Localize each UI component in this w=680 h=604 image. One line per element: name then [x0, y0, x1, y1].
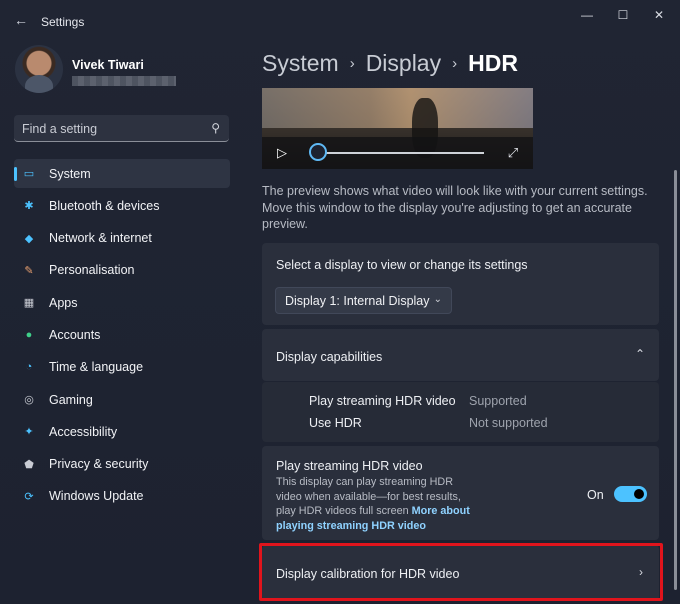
system-icon: ▭ [23, 168, 35, 180]
streaming-hdr-toggle[interactable] [614, 486, 647, 502]
user-name: Vivek Tiwari [72, 58, 144, 72]
preview-description: The preview shows what video will look l… [262, 184, 648, 231]
sidebar-item-accessibility[interactable]: ✦ Accessibility [14, 417, 230, 446]
sidebar-item-system[interactable]: ▭ System [14, 159, 230, 188]
breadcrumb-chevron-icon: › [349, 54, 355, 72]
seek-thumb[interactable] [309, 143, 327, 161]
sidebar-item-label: Privacy & security [49, 457, 149, 472]
capability-value: Not supported [469, 416, 548, 430]
settings-window: ← Settings — ☐ ✕ Vivek Tiwari Find a set… [0, 0, 680, 604]
play-icon[interactable]: ▷ [274, 145, 290, 161]
apps-icon: ▦ [23, 297, 35, 310]
sidebar-item-label: Gaming [49, 392, 93, 407]
sidebar-item-label: Network & internet [49, 231, 152, 246]
breadcrumb: System › Display › HDR [262, 48, 518, 78]
title-bar: ← Settings — ☐ ✕ [0, 0, 680, 40]
sidebar-item-apps[interactable]: ▦ Apps [14, 288, 230, 317]
back-arrow-icon[interactable]: ← [10, 9, 32, 31]
sidebar-item-time-language[interactable]: ◔ Time & language [14, 353, 230, 382]
sidebar-item-label: Time & language [49, 360, 144, 375]
privacy-security-icon: ⬟ [24, 458, 34, 471]
sidebar-item-label: Accessibility [49, 424, 118, 439]
sidebar-item-windows-update[interactable]: ⟳ Windows Update [14, 482, 230, 511]
capability-value: Supported [469, 394, 527, 408]
sidebar-nav: ▭ System ✱ Bluetooth & devices ◆ Network & in… [14, 159, 230, 514]
gaming-icon: ◎ [24, 394, 34, 407]
search-box[interactable]: Find a setting ⚲ [14, 115, 229, 142]
breadcrumb-chevron-icon: › [452, 54, 458, 72]
display-capabilities-body: Play streaming HDR video Supported Use H… [262, 382, 659, 442]
scrollbar[interactable] [674, 170, 677, 590]
sidebar-item-label: System [49, 166, 91, 181]
search-icon[interactable]: ⚲ [211, 121, 220, 135]
minimize-button[interactable]: — [570, 4, 604, 26]
video-controls: ▷ ⤢ [262, 137, 533, 169]
chevron-right-icon: › [639, 565, 643, 579]
streaming-hdr-card: Play streaming HDR video This display ca… [262, 446, 659, 540]
time-language-icon: ◔ [25, 361, 33, 374]
display-dropdown[interactable]: Display 1: Internal Display ⌄ [275, 287, 452, 314]
accounts-icon: ● [25, 328, 33, 341]
toggle-knob [634, 489, 644, 499]
personalisation-icon: ✎ [24, 264, 34, 277]
hdr-video-preview: ▷ ⤢ [262, 88, 533, 169]
windows-update-icon: ⟳ [24, 490, 34, 503]
capability-name: Play streaming HDR video [309, 394, 456, 408]
sidebar-item-label: Bluetooth & devices [49, 198, 160, 213]
breadcrumb-system[interactable]: System [262, 50, 339, 77]
fullscreen-icon[interactable]: ⤢ [504, 144, 522, 162]
display-dropdown-value: Display 1: Internal Display [285, 294, 430, 308]
display-calibration-card[interactable]: Display calibration for HDR video › [262, 545, 659, 601]
user-email-redacted [72, 76, 176, 86]
app-title: Settings [41, 15, 85, 29]
display-select-title: Select a display to view or change its s… [276, 258, 528, 272]
seek-bar[interactable] [319, 152, 484, 154]
display-select-card: Select a display to view or change its s… [262, 243, 659, 325]
sidebar-item-label: Personalisation [49, 263, 135, 278]
sidebar-item-bluetooth-devices[interactable]: ✱ Bluetooth & devices [14, 191, 230, 220]
bluetooth-devices-icon: ✱ [24, 200, 34, 213]
network-internet-icon: ◆ [24, 232, 34, 245]
sidebar-item-personalisation[interactable]: ✎ Personalisation [14, 256, 230, 285]
streaming-hdr-title: Play streaming HDR video [276, 459, 423, 473]
toggle-state-label: On [587, 488, 604, 502]
search-input[interactable]: Find a setting [22, 122, 97, 136]
sidebar-item-label: Accounts [49, 327, 101, 342]
avatar[interactable] [15, 45, 63, 93]
display-calibration-title: Display calibration for HDR video [276, 567, 460, 581]
close-button[interactable]: ✕ [642, 4, 676, 26]
display-capabilities-header[interactable]: Display capabilities ⌃ [262, 329, 659, 381]
sidebar-item-privacy-security[interactable]: ⬟ Privacy & security [14, 450, 230, 479]
display-capabilities-title: Display capabilities [276, 350, 383, 364]
breadcrumb-display[interactable]: Display [366, 50, 441, 77]
accessibility-icon: ✦ [24, 426, 34, 439]
chevron-up-icon[interactable]: ⌃ [635, 347, 645, 361]
sidebar-item-network-internet[interactable]: ◆ Network & internet [14, 224, 230, 253]
page-title: HDR [468, 49, 518, 76]
capability-name: Use HDR [309, 416, 362, 430]
sidebar-item-label: Apps [49, 295, 78, 310]
sidebar-item-accounts[interactable]: ● Accounts [14, 320, 230, 349]
streaming-hdr-description: This display can play streaming HDR vide… [276, 475, 481, 533]
sidebar-item-label: Windows Update [49, 489, 144, 504]
maximize-button[interactable]: ☐ [606, 4, 640, 26]
chevron-down-icon: ⌄ [433, 294, 442, 305]
sidebar-item-gaming[interactable]: ◎ Gaming [14, 385, 230, 414]
